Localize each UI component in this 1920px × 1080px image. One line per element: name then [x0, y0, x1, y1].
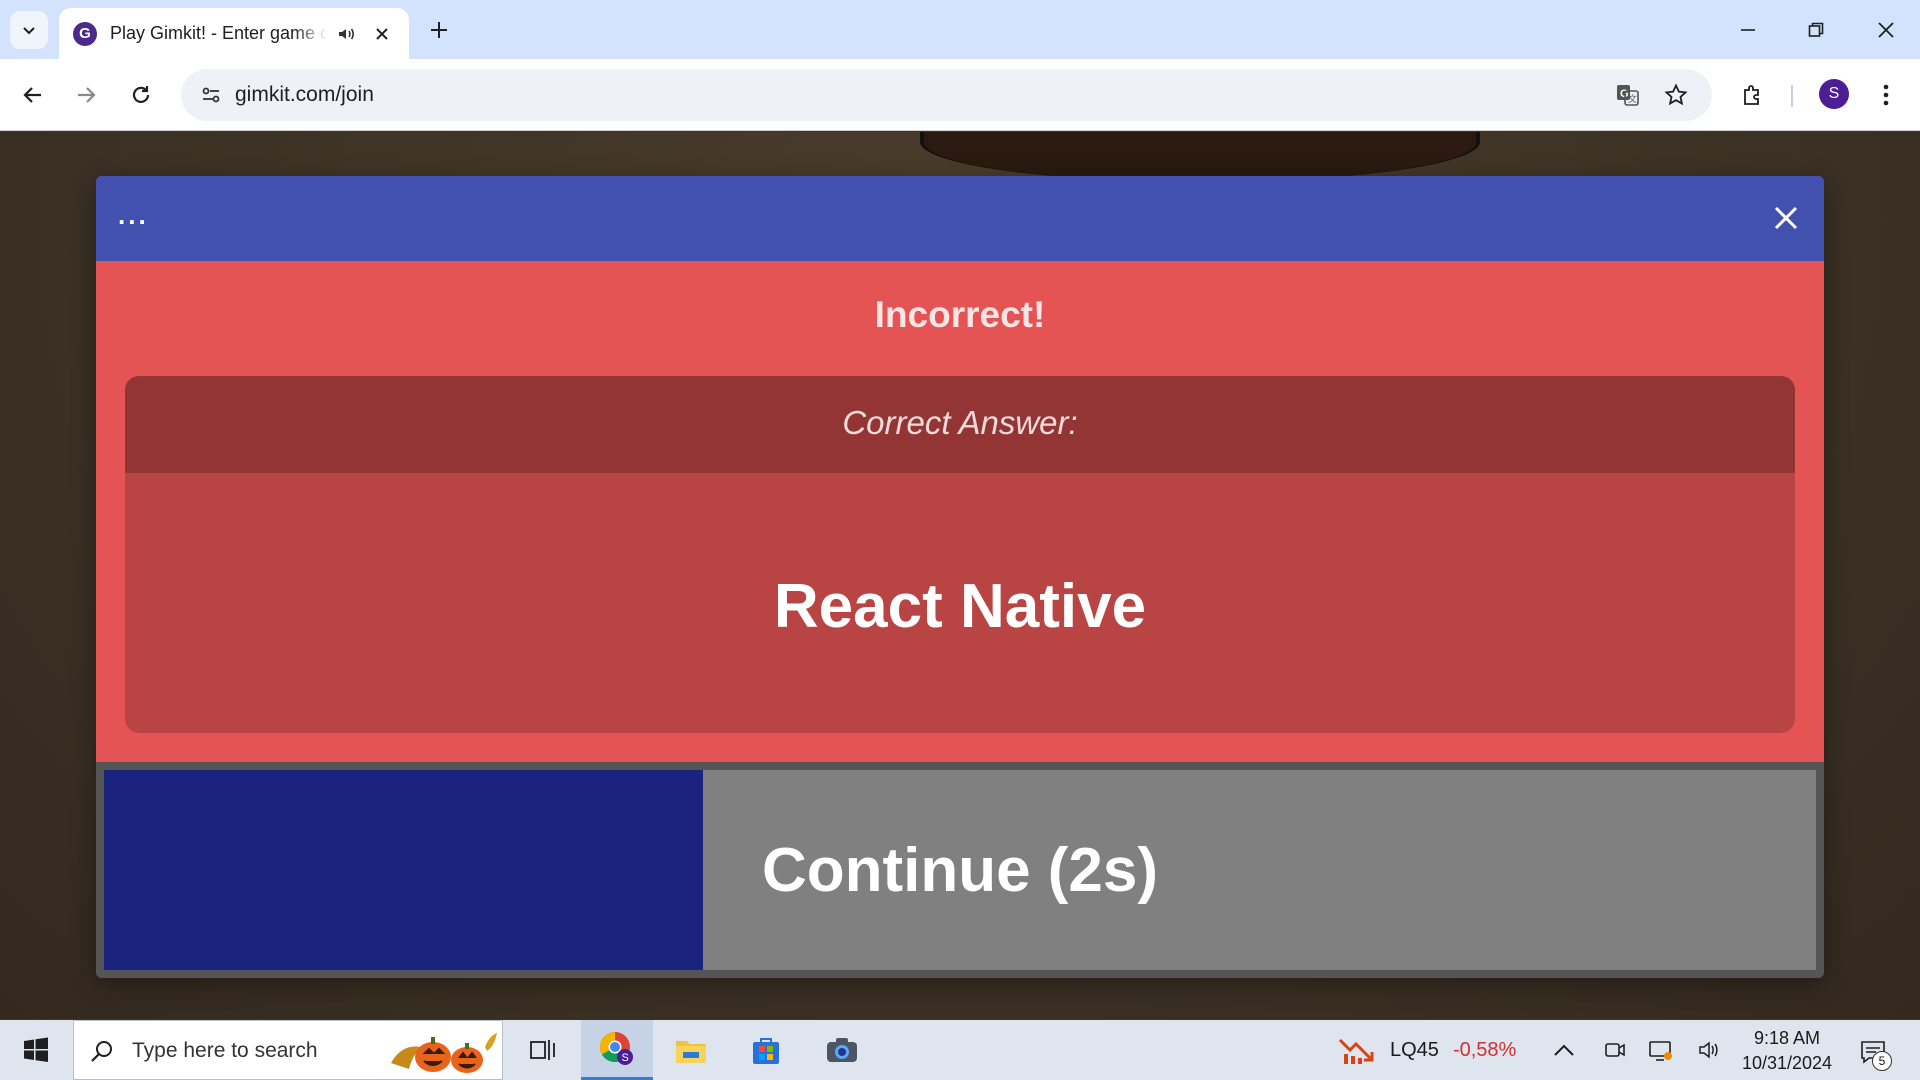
- toolbar-divider: [1791, 85, 1793, 107]
- new-tab-plus-icon[interactable]: [424, 15, 454, 45]
- correct-answer-label-bar: Correct Answer:: [125, 376, 1795, 473]
- search-icon: [88, 1037, 116, 1065]
- svg-text:S: S: [622, 1052, 629, 1064]
- back-arrow-icon[interactable]: [13, 75, 53, 115]
- tab-search-button[interactable]: [10, 11, 48, 49]
- show-hidden-icons-chevron-icon[interactable]: [1553, 1020, 1575, 1080]
- chevron-down-icon: [23, 27, 35, 35]
- meet-now-icon[interactable]: [1603, 1020, 1627, 1080]
- background-decoration: [920, 132, 1480, 182]
- correct-answer-text: React Native: [773, 572, 1147, 641]
- more-options-icon[interactable]: ...: [118, 200, 149, 231]
- result-title: Incorrect!: [874, 294, 1046, 335]
- stock-change: -0,58%: [1452, 1038, 1517, 1061]
- browser-tabstrip: G Play Gimkit! - Enter game code: [0, 0, 1920, 59]
- clock-time: 9:18 AM: [1753, 1028, 1821, 1048]
- continue-label: Continue (2s): [761, 836, 1159, 905]
- stock-widget[interactable]: LQ45 -0,58%: [1338, 1020, 1516, 1080]
- modal-header: ...: [96, 176, 1824, 261]
- stock-down-chart-icon: [1338, 1038, 1374, 1064]
- modal-close-icon[interactable]: [1768, 200, 1804, 236]
- task-view-icon[interactable]: [507, 1020, 579, 1080]
- svg-text:文: 文: [1628, 93, 1637, 104]
- continue-button[interactable]: Continue (2s): [104, 770, 1816, 970]
- continue-button-frame: Continue (2s): [96, 762, 1824, 978]
- gimkit-favicon-icon: G: [73, 21, 97, 46]
- taskbar-search-box[interactable]: Type here to search: [73, 1020, 503, 1080]
- stock-name: LQ45: [1390, 1038, 1439, 1061]
- volume-icon[interactable]: [1697, 1020, 1721, 1080]
- bookmark-star-icon[interactable]: [1658, 77, 1694, 113]
- search-placeholder: Type here to search: [132, 1039, 318, 1062]
- profile-avatar[interactable]: S: [1819, 79, 1849, 109]
- correct-answer-card: Correct Answer: React Native: [125, 376, 1795, 733]
- window-close-icon[interactable]: [1866, 10, 1906, 50]
- taskbar-clock[interactable]: 9:18 AM 10/31/2024: [1732, 1026, 1842, 1076]
- answer-result-modal: ... Incorrect! Correct Answer: React Nat…: [96, 176, 1824, 978]
- forward-arrow-icon[interactable]: [66, 75, 106, 115]
- network-icon[interactable]: [1648, 1020, 1674, 1080]
- camera-icon[interactable]: [806, 1020, 878, 1080]
- extensions-puzzle-icon[interactable]: [1733, 75, 1773, 115]
- active-tab[interactable]: G Play Gimkit! - Enter game code: [59, 8, 409, 59]
- correct-answer-label: Correct Answer:: [842, 404, 1078, 441]
- chrome-icon[interactable]: S: [581, 1020, 653, 1080]
- browser-toolbar: gimkit.com/join G文 S: [0, 59, 1920, 131]
- notification-count-badge: 5: [1872, 1051, 1892, 1071]
- clock-date: 10/31/2024: [1741, 1053, 1833, 1073]
- speaker-icon[interactable]: [335, 22, 358, 46]
- kebab-menu-icon[interactable]: [1866, 75, 1906, 115]
- file-explorer-icon[interactable]: [655, 1020, 727, 1080]
- microsoft-store-icon[interactable]: [730, 1020, 802, 1080]
- windows-start-icon[interactable]: [14, 1030, 58, 1070]
- address-bar[interactable]: gimkit.com/join G文: [181, 69, 1712, 121]
- url-text[interactable]: gimkit.com/join: [235, 83, 374, 107]
- tab-title: Play Gimkit! - Enter game code: [110, 23, 327, 43]
- site-info-icon[interactable]: [193, 77, 229, 113]
- reload-icon[interactable]: [121, 75, 161, 115]
- windows-taskbar: Type here to search S LQ45 -0,58% 9:18 A…: [0, 1020, 1920, 1080]
- translate-icon[interactable]: G文: [1610, 77, 1646, 113]
- halloween-pumpkins-icon: [391, 1033, 497, 1073]
- restore-icon[interactable]: [1796, 10, 1836, 50]
- minimize-icon[interactable]: [1728, 10, 1768, 50]
- tab-close-icon[interactable]: [370, 21, 395, 47]
